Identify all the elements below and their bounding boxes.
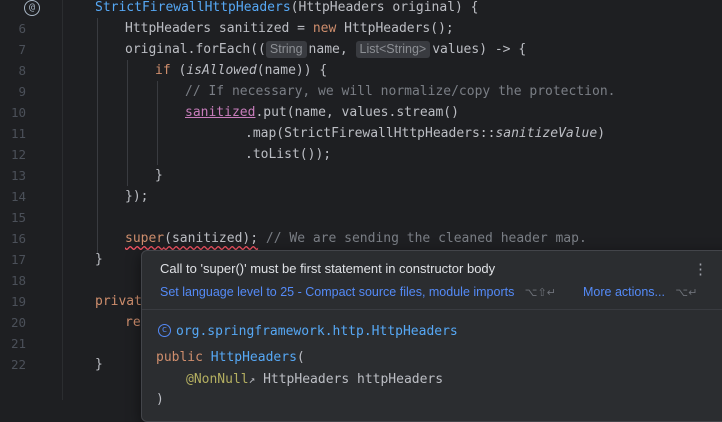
code-line[interactable]: HttpHeaders sanitized = new HttpHeaders(…	[125, 18, 454, 39]
line-number: 16	[10, 231, 26, 246]
code-line[interactable]: }	[95, 249, 103, 270]
error-tooltip-popup: Call to 'super()' must be first statemen…	[141, 250, 722, 422]
indent-guide	[97, 18, 98, 253]
line-number: 7	[18, 42, 26, 57]
line-number: 18	[10, 273, 26, 288]
popup-divider	[142, 309, 722, 310]
code-line[interactable]: privat	[95, 291, 142, 312]
line-number: 12	[10, 147, 26, 162]
signature-close: )	[156, 392, 164, 407]
override-method-icon[interactable]: @	[24, 0, 40, 16]
more-actions-link[interactable]: More actions... ⌥↵	[583, 282, 697, 303]
reassigned-variable: sanitized	[185, 105, 256, 120]
indent-guide	[157, 81, 158, 165]
quick-fix-link[interactable]: Set language level to 25 - Compact sourc…	[160, 282, 556, 303]
line-number: 20	[10, 315, 26, 330]
more-vertical-icon[interactable]: ⋮	[693, 259, 708, 279]
code-line[interactable]: original.forEach((String name, List<Strin…	[125, 39, 526, 60]
constructor-name: StrictFirewallHttpHeaders	[95, 0, 291, 15]
code-line[interactable]: re	[125, 312, 141, 333]
constructor-parameter: @NonNull↗ HttpHeaders httpHeaders	[186, 372, 444, 387]
parameter-type-hint: List<String>	[355, 41, 431, 58]
code-line[interactable]: sanitized.put(name, values.stream()	[185, 102, 459, 123]
code-line[interactable]: if (isAllowed(name)) {	[155, 60, 327, 81]
constructor-signature: public HttpHeaders(	[156, 350, 305, 365]
line-number: 6	[18, 21, 26, 36]
annotation[interactable]: @NonNull	[186, 372, 249, 387]
line-number: 19	[10, 294, 26, 309]
code-line[interactable]: }	[95, 354, 103, 375]
line-number: 13	[10, 168, 26, 183]
parameter-type-hint: String	[265, 41, 307, 58]
class-qualified-name[interactable]: org.springframework.http.HttpHeaders	[176, 323, 458, 341]
code-comment[interactable]: // If necessary, we will normalize/copy …	[185, 81, 615, 102]
line-number: 11	[10, 126, 26, 141]
code-line[interactable]: });	[125, 186, 148, 207]
keyboard-shortcut: ⌥↵	[675, 286, 698, 299]
line-number: 17	[10, 252, 26, 267]
line-number: 21	[10, 336, 26, 351]
line-number: 22	[10, 357, 26, 372]
line-number: 8	[18, 63, 26, 78]
indent-guide	[127, 60, 128, 186]
code-line[interactable]: .toList());	[245, 144, 331, 165]
class-icon: c	[158, 324, 171, 337]
line-number: 10	[10, 105, 26, 120]
error-message: Call to 'super()' must be first statemen…	[160, 261, 496, 276]
gutter-separator	[62, 0, 63, 400]
code-line[interactable]: StrictFirewallHttpHeaders(HttpHeaders or…	[95, 0, 479, 18]
code-line[interactable]: }	[155, 165, 163, 186]
line-number: 15	[10, 210, 26, 225]
error-highlight[interactable]: super(sanitized);	[125, 231, 258, 246]
line-number	[0, 0, 26, 18]
line-number: 14	[10, 189, 26, 204]
keyboard-shortcut: ⌥⇧↵	[524, 286, 556, 299]
code-line[interactable]: super(sanitized); // We are sending the …	[125, 228, 587, 249]
line-number: 9	[18, 84, 26, 99]
code-line[interactable]: .map(StrictFirewallHttpHeaders::sanitize…	[245, 123, 605, 144]
